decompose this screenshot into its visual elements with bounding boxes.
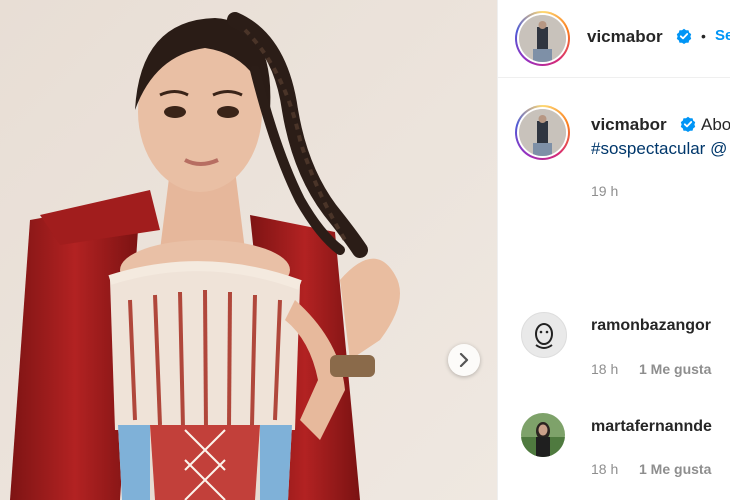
verified-badge-icon — [676, 28, 692, 44]
comment-time[interactable]: 18 h — [591, 361, 618, 377]
next-photo-button[interactable] — [448, 344, 480, 376]
commenter-avatar[interactable] — [521, 312, 567, 358]
post-side-panel: vicmabor • Se vicmabor Abo #sosp — [497, 0, 730, 500]
avatar-image — [519, 15, 566, 62]
post-photo[interactable] — [0, 0, 497, 500]
follow-button[interactable]: Se — [715, 27, 730, 44]
header-username[interactable]: vicmabor — [587, 27, 663, 47]
chevron-right-icon — [459, 353, 469, 367]
comment-likes[interactable]: 1 Me gusta — [639, 361, 711, 377]
caption-time[interactable]: 19 h — [591, 183, 618, 199]
comment-username[interactable]: martafernannde — [591, 418, 712, 436]
comment-time[interactable]: 18 h — [591, 461, 618, 477]
caption-text: Abo — [701, 115, 730, 134]
header-separator: • — [701, 28, 706, 44]
comment-likes[interactable]: 1 Me gusta — [639, 461, 711, 477]
caption-username[interactable]: vicmabor — [591, 115, 667, 135]
avatar-image — [522, 313, 566, 357]
post-header: vicmabor • Se — [498, 0, 730, 78]
avatar-image — [521, 413, 565, 457]
author-avatar[interactable] — [515, 11, 570, 66]
verified-badge-icon — [680, 116, 696, 132]
caption-hashtag[interactable]: #sospectacular @ — [591, 139, 727, 159]
comment-username[interactable]: ramonbazangor — [591, 317, 711, 335]
commenter-avatar[interactable] — [521, 413, 565, 457]
post-photo-illustration — [0, 0, 497, 500]
avatar-image — [519, 109, 566, 156]
caption-author-avatar[interactable] — [515, 105, 570, 160]
